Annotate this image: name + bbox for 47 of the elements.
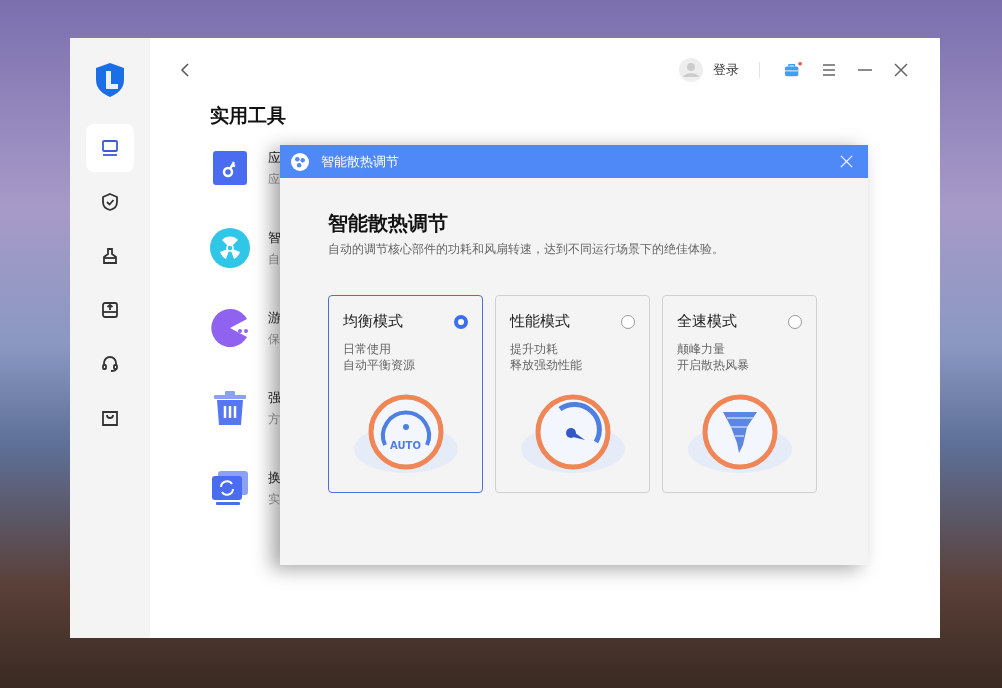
page-title: 实用工具 xyxy=(210,103,287,128)
laptop-icon xyxy=(100,138,120,158)
mode-name: 全速模式 xyxy=(677,312,737,331)
menu-icon[interactable] xyxy=(820,62,838,78)
radio-button[interactable] xyxy=(454,314,468,329)
refresh-screen-icon[interactable] xyxy=(210,468,250,508)
tool-title: 智 xyxy=(268,229,281,246)
mode-card[interactable]: 均衡模式 日常使用 自动平衡资源 AUTO xyxy=(328,295,483,493)
bag-icon xyxy=(100,408,120,428)
mode-name: 性能模式 xyxy=(510,312,570,331)
sidebar-item[interactable] xyxy=(86,124,134,172)
mode-name: 均衡模式 xyxy=(343,312,403,331)
headset-icon xyxy=(100,354,120,374)
radio-button[interactable] xyxy=(621,314,635,329)
mode-description: 开启散热风暴 xyxy=(677,357,750,373)
key-icon[interactable] xyxy=(210,148,250,188)
close-icon[interactable] xyxy=(839,154,854,169)
drive-upload-icon xyxy=(100,300,120,320)
mode-description: 提升功耗 xyxy=(510,341,559,357)
tool-title: 强 xyxy=(268,389,281,406)
login-link[interactable]: 登录 xyxy=(713,61,739,79)
tool-description: 应 xyxy=(268,171,281,187)
close-icon[interactable] xyxy=(892,62,910,78)
mode-description: 颠峰力量 xyxy=(677,341,726,357)
tool-description: 实 xyxy=(268,491,281,507)
dialog-heading: 智能散热调节 xyxy=(328,210,449,236)
fan-icon xyxy=(291,152,309,171)
pacman-icon[interactable] xyxy=(210,308,250,348)
dialog-title: 智能散热调节 xyxy=(321,152,400,171)
shield-logo-icon xyxy=(94,62,126,98)
tool-title: 换 xyxy=(268,469,281,486)
dialog-description: 自动的调节核心部件的功耗和风扇转速，达到不同运行场景下的绝佳体验。 xyxy=(328,242,725,257)
mode-card[interactable]: 性能模式 提升功耗 释放强劲性能 xyxy=(495,295,650,493)
toolbox-icon[interactable] xyxy=(784,62,802,78)
tool-description: 保 xyxy=(268,331,281,347)
tool-description: 自 xyxy=(268,251,281,267)
tool-title: 游 xyxy=(268,309,281,326)
mode-description: 日常使用 xyxy=(343,341,392,357)
radio-button[interactable] xyxy=(788,314,802,329)
tool-title: 应 xyxy=(268,149,281,166)
tool-description: 方 xyxy=(268,411,281,427)
mode-description: 释放强劲性能 xyxy=(510,357,583,373)
mode-card[interactable]: 全速模式 颠峰力量 开启散热风暴 xyxy=(662,295,817,493)
broom-icon xyxy=(100,246,120,266)
mode-description: 自动平衡资源 xyxy=(343,357,416,373)
auto-label: AUTO xyxy=(390,440,421,451)
shield-check-icon xyxy=(100,192,120,212)
